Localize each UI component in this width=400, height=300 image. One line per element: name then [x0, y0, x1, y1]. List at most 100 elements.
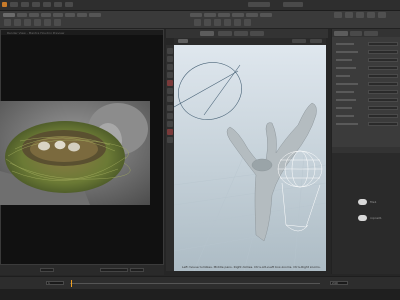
shelf-tab-deform[interactable] [53, 13, 63, 17]
pin-tool-icon[interactable] [167, 137, 173, 143]
camera-tool-icon[interactable] [194, 19, 201, 26]
toolbar-right-c-icon[interactable] [356, 12, 364, 18]
display-tool-icon[interactable] [167, 121, 173, 127]
torus-tool-icon[interactable] [34, 19, 41, 26]
menu-assets[interactable] [43, 2, 51, 7]
toolbar-right-e-icon[interactable] [378, 12, 386, 18]
move-tool-icon[interactable] [167, 56, 173, 62]
shelf-tab-grains[interactable] [232, 13, 244, 17]
shelf-tab-rigid-bodies[interactable] [246, 13, 258, 17]
tab-scene-view[interactable] [200, 31, 214, 36]
tab-material-palette[interactable] [364, 31, 378, 36]
network-node-file[interactable] [358, 199, 367, 205]
menu-windows[interactable] [54, 2, 62, 7]
shelf-tab-lights[interactable] [190, 13, 202, 17]
menu-help[interactable] [65, 2, 73, 7]
desktop-selector[interactable] [248, 2, 270, 7]
param-field-11[interactable] [368, 122, 398, 126]
houdini-logo-icon[interactable] [2, 2, 7, 7]
viewport-tool-column [166, 45, 174, 271]
network-node-label: ropnet1 [370, 216, 382, 220]
grid-tool-icon[interactable] [44, 19, 51, 26]
param-field-1[interactable] [368, 42, 398, 46]
menu-render[interactable] [32, 2, 40, 7]
current-frame-field[interactable]: 1 [46, 281, 64, 285]
toolbar-right-d-icon[interactable] [367, 12, 375, 18]
shelf-tab-collisions[interactable] [204, 13, 216, 17]
tab-render-view[interactable] [234, 31, 248, 36]
shelf-tab-create[interactable] [3, 13, 15, 17]
view-tool-icon[interactable] [167, 96, 173, 102]
shelf-tab-fluids[interactable] [260, 13, 272, 17]
group-tool-icon[interactable] [167, 113, 173, 119]
tab-animation-editor[interactable] [218, 31, 232, 36]
param-label-3 [336, 59, 352, 61]
sky-light-tool-icon[interactable] [234, 19, 241, 26]
spot-light-tool-icon[interactable] [214, 19, 221, 26]
shelf-tab-particles[interactable] [218, 13, 230, 17]
tab-parameters[interactable] [334, 31, 348, 36]
scale-tool-icon[interactable] [167, 72, 173, 78]
view-options-button[interactable] [310, 39, 322, 43]
param-field-10[interactable] [368, 114, 398, 118]
tube-tool-icon[interactable] [24, 19, 31, 26]
pose-tool-icon[interactable] [167, 88, 173, 94]
network-toolbar [332, 147, 400, 153]
render-view-title: Render View - Mantra Houdini Preview [7, 31, 65, 35]
view-camera-menu[interactable] [292, 39, 306, 43]
viewport-toolbar [174, 38, 326, 45]
render-setting-field-b[interactable] [100, 268, 128, 272]
param-field-3[interactable] [368, 58, 398, 62]
3d-viewport[interactable]: Left mouse tumbles. Middle pans. Right d… [174, 45, 326, 271]
timeline[interactable]: 1 240 [0, 276, 400, 289]
view-persp-menu[interactable] [178, 39, 188, 43]
area-light-tool-icon[interactable] [224, 19, 231, 26]
render-view-bottom-bar [0, 264, 164, 275]
snap-tool-icon[interactable] [167, 105, 173, 111]
sphere-tool-icon[interactable] [4, 19, 11, 26]
playhead-marker[interactable] [71, 280, 72, 287]
tab-composite-view[interactable] [250, 31, 264, 36]
render-region-tool-icon[interactable] [167, 129, 173, 135]
box-tool-icon[interactable] [14, 19, 21, 26]
param-field-6[interactable] [368, 82, 398, 86]
menu-file[interactable] [10, 2, 18, 7]
render-setting-field-c[interactable] [130, 268, 144, 272]
parameter-tabbar [332, 29, 400, 37]
point-light-tool-icon[interactable] [204, 19, 211, 26]
shelf-tab-characters[interactable] [89, 13, 101, 17]
timeline-scrubber[interactable] [70, 283, 320, 284]
shelf-tab-texture[interactable] [65, 13, 75, 17]
menu-edit[interactable] [21, 2, 29, 7]
shelf-tab-polygon[interactable] [41, 13, 51, 17]
param-field-7[interactable] [368, 90, 398, 94]
param-field-5[interactable] [368, 74, 398, 78]
shelf-tab-rigging[interactable] [77, 13, 87, 17]
camera-frustum [174, 62, 242, 120]
param-label-6 [336, 83, 358, 85]
toolbar-right-b-icon[interactable] [345, 12, 353, 18]
menu-right-tools[interactable] [283, 2, 303, 7]
branch-model [226, 102, 317, 242]
render-setting-field-a[interactable] [40, 268, 54, 272]
status-bar [0, 289, 400, 300]
tab-tree-view[interactable] [350, 31, 362, 36]
shelf-tab-model[interactable] [29, 13, 39, 17]
param-field-2[interactable] [368, 50, 398, 54]
param-field-4[interactable] [368, 66, 398, 70]
handle-tool-icon[interactable] [167, 80, 173, 86]
select-tool-icon[interactable] [167, 48, 173, 54]
rotate-tool-icon[interactable] [167, 64, 173, 70]
toolbar-right-a-icon[interactable] [334, 12, 342, 18]
network-node-rop[interactable] [358, 215, 367, 221]
param-field-8[interactable] [368, 98, 398, 102]
curve-tool-icon[interactable] [54, 19, 61, 26]
network-view[interactable]: file1 ropnet1 [331, 147, 400, 274]
end-frame-field[interactable]: 240 [330, 281, 348, 285]
shelf-tab-modify[interactable] [17, 13, 27, 17]
env-light-tool-icon[interactable] [244, 19, 251, 26]
render-view-toolbar: Render View - Mantra Houdini Preview [1, 30, 163, 35]
param-field-9[interactable] [368, 106, 398, 110]
bird-nest-render [0, 101, 150, 205]
param-label-7 [336, 91, 354, 93]
